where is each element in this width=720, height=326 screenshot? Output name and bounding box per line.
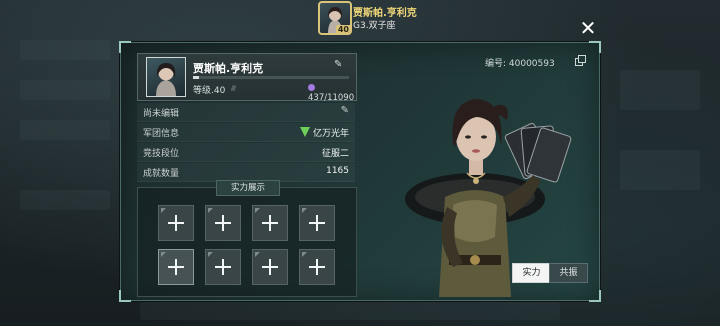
showcase-slot[interactable] [205, 205, 241, 241]
close-icon[interactable]: ✕ [578, 18, 598, 38]
showcase-slot[interactable] [252, 205, 288, 241]
header-subtitle: G3.双子座 [353, 21, 396, 31]
rank-label: 竞技段位 [143, 149, 180, 159]
background-ghost [20, 40, 110, 60]
profile-info-column: 贾斯帕.亨利克 ✎ 等级.40 //// 437/11090 尚未编辑 ✎ 军团… [137, 53, 357, 297]
header-level-badge: 40 [335, 25, 350, 34]
profile-card: 贾斯帕.亨利克 ✎ 等级.40 //// 437/11090 [137, 53, 357, 103]
showcase-slot[interactable] [299, 205, 335, 241]
plus-icon [253, 206, 287, 240]
showcase-slot[interactable] [252, 249, 288, 285]
plus-icon [206, 250, 240, 284]
edit-signature-icon[interactable]: ✎ [341, 105, 349, 116]
showcase-slot[interactable] [158, 249, 194, 285]
showcase-slot[interactable] [205, 249, 241, 285]
tab-resonance[interactable]: 共振 [549, 263, 588, 283]
cards-icon [504, 122, 572, 183]
showcase-slot[interactable] [299, 249, 335, 285]
corner-decoration [589, 41, 601, 53]
tab-power[interactable]: 实力 [512, 263, 551, 283]
background-ghost [620, 70, 700, 110]
exp-bar-fill [193, 76, 200, 79]
plus-icon [300, 206, 334, 240]
rank-value: 征服二 [321, 149, 349, 159]
background-ghost [140, 302, 560, 320]
background-ghost [20, 80, 110, 100]
plus-icon [159, 206, 193, 240]
exp-text: 437/11090 [308, 93, 355, 103]
corner-decoration [589, 290, 601, 302]
plus-icon [159, 250, 193, 284]
player-name: 贾斯帕.亨利克 [193, 62, 264, 75]
showcase-title: 实力展示 [216, 180, 280, 196]
plus-icon [253, 250, 287, 284]
copy-icon[interactable] [575, 55, 586, 66]
achievement-value: 1165 [326, 166, 349, 176]
player-id: 编号: 40000593 [485, 59, 555, 69]
player-level: 等级.40 [193, 86, 226, 96]
background-ghost [20, 190, 110, 210]
signature-text: 尚未编辑 [143, 109, 180, 119]
edit-name-icon[interactable]: ✎ [334, 59, 342, 70]
header-player-name: 贾斯帕.亨利克 [353, 8, 417, 19]
achievement-label: 成就数量 [143, 169, 180, 179]
guild-row[interactable]: 军团信息 亿万光年 [137, 123, 355, 142]
background-ghost [20, 120, 110, 140]
guild-value: 亿万光年 [299, 126, 349, 139]
guild-name: 亿万光年 [312, 129, 349, 139]
corner-decoration [119, 41, 131, 53]
profile-panel: 贾斯帕.亨利克 ✎ 等级.40 //// 437/11090 尚未编辑 ✎ 军团… [119, 41, 601, 302]
exp-value: 437/11090 [308, 83, 356, 103]
gem-icon [308, 84, 315, 91]
exp-bar [193, 76, 349, 79]
showcase-slot[interactable] [158, 205, 194, 241]
plus-icon [206, 206, 240, 240]
corner-decoration [119, 290, 131, 302]
guild-label: 军团信息 [143, 129, 180, 139]
header-avatar[interactable]: 40 [318, 1, 352, 35]
background-ghost [620, 150, 700, 190]
rank-row: 竞技段位 征服二 [137, 143, 355, 162]
player-avatar[interactable] [146, 57, 186, 97]
plus-icon [300, 250, 334, 284]
signature-row[interactable]: 尚未编辑 ✎ [137, 103, 355, 122]
level-deco: //// [231, 85, 236, 92]
power-showcase: 实力展示 [137, 180, 357, 297]
portrait-icon [156, 63, 176, 96]
guild-emblem-icon [299, 127, 310, 137]
